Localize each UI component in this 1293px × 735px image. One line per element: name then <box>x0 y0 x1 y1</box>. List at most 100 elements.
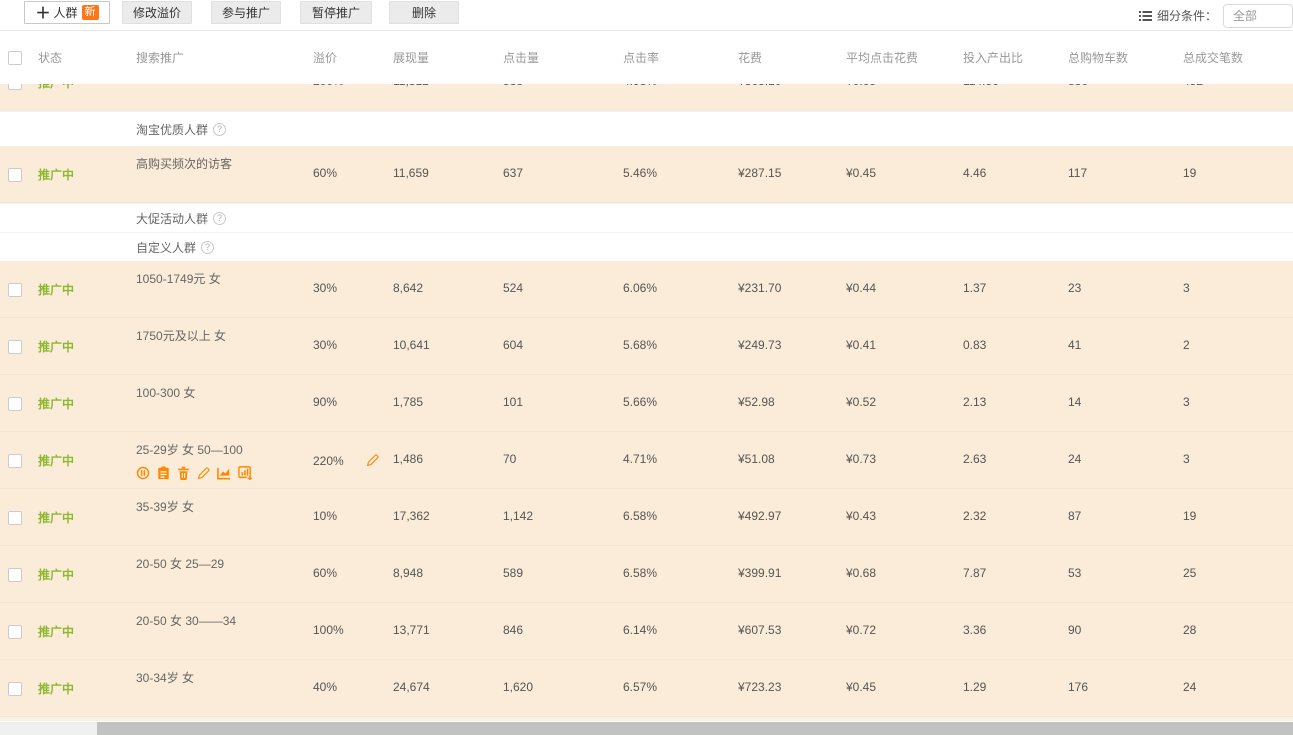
avg-click-cost-cell: ¥0.68 <box>838 546 955 603</box>
table-row: 推广中35-39岁 女10%17,3621,1426.58%¥492.97¥0.… <box>0 489 1293 546</box>
impressions-cell: 8,948 <box>385 546 495 603</box>
new-badge: 新 <box>82 5 99 20</box>
ctr-cell: 6.58% <box>615 546 730 603</box>
clicks-cell: 637 <box>495 146 615 203</box>
ctr-cell: 6.57% <box>615 660 730 717</box>
help-icon[interactable]: ? <box>213 212 226 225</box>
status-badge: 推广中 <box>30 546 128 603</box>
row-checkbox[interactable] <box>8 454 22 468</box>
total-carts-cell: 117 <box>1060 146 1175 203</box>
total-carts-cell: 176 <box>1060 660 1175 717</box>
ctr-cell: 5.46% <box>615 146 730 203</box>
segment-filter-select[interactable]: 全部 <box>1223 4 1293 28</box>
row-checkbox-cell <box>0 660 30 717</box>
segment-filter-value: 全部 <box>1233 7 1257 24</box>
audience-name[interactable]: 30-34岁 女 <box>136 669 305 686</box>
header-clicks: 点击量 <box>495 49 615 66</box>
row-checkbox[interactable] <box>8 397 22 411</box>
pause-promotion-button[interactable]: 暂停推广 <box>300 1 372 24</box>
row-checkbox[interactable] <box>8 84 22 90</box>
row-checkbox[interactable] <box>8 340 22 354</box>
total-carts-cell: 14 <box>1060 375 1175 432</box>
header-roi: 投入产出比 <box>955 49 1060 66</box>
roi-cell: 2.63 <box>955 432 1060 489</box>
section-label: 淘宝优质人群 <box>136 121 208 138</box>
avg-click-cost-cell: ¥0.73 <box>838 432 955 489</box>
premium-cell: 60% <box>305 146 385 203</box>
clicks-cell: 538 <box>495 84 615 111</box>
avg-click-cost-cell: ¥0.45 <box>838 146 955 203</box>
join-promotion-button[interactable]: 参与推广 <box>211 1 281 24</box>
avg-click-cost-cell: ¥0.72 <box>838 603 955 660</box>
table-row: 推广中1050-1749元 女30%8,6425246.06%¥231.70¥0… <box>0 261 1293 318</box>
cost-cell: ¥492.97 <box>730 489 838 546</box>
audience-name[interactable]: 100-300 女 <box>136 384 305 401</box>
row-checkbox[interactable] <box>8 568 22 582</box>
impressions-cell: 10,641 <box>385 318 495 375</box>
audience-name[interactable]: 20-50 女 30——34 <box>136 612 305 629</box>
cost-cell: ¥287.15 <box>730 146 838 203</box>
report-icon[interactable] <box>157 466 170 480</box>
audience-name-cell: 20-50 女 25—29 <box>128 546 305 603</box>
audience-name[interactable]: 高购买频次的访客 <box>136 155 305 172</box>
audience-name-cell <box>128 84 305 111</box>
add-audience-label: 人群 <box>54 4 78 21</box>
chart-icon[interactable] <box>217 467 231 480</box>
status-badge: 推广中 <box>30 146 128 203</box>
ctr-cell: 6.14% <box>615 603 730 660</box>
roi-cell: 0.83 <box>955 318 1060 375</box>
audience-name[interactable]: 20-50 女 25—29 <box>136 555 305 572</box>
row-checkbox-cell <box>0 318 30 375</box>
premium-cell: 200% <box>305 84 385 111</box>
row-checkbox-cell <box>0 546 30 603</box>
avg-click-cost-cell: ¥0.44 <box>838 261 955 318</box>
status-badge: 推广中 <box>30 261 128 318</box>
header-search-promotion: 搜索推广 <box>128 49 305 66</box>
audience-name[interactable]: 1050-1749元 女 <box>136 270 305 287</box>
ctr-cell: 6.06% <box>615 261 730 318</box>
audience-name-cell: 1750元及以上 女 <box>128 318 305 375</box>
help-icon[interactable]: ? <box>213 123 226 136</box>
row-checkbox-cell <box>0 489 30 546</box>
delete-icon[interactable] <box>177 466 190 480</box>
roi-cell: 1.37 <box>955 261 1060 318</box>
select-all-checkbox[interactable] <box>8 51 22 65</box>
row-checkbox[interactable] <box>8 283 22 297</box>
header-status: 状态 <box>30 49 128 66</box>
ctr-cell: 5.66% <box>615 375 730 432</box>
edit-icon[interactable] <box>197 467 210 480</box>
delete-button[interactable]: 删除 <box>389 1 459 24</box>
roi-cell: 1.29 <box>955 660 1060 717</box>
avg-click-cost-cell: ¥0.41 <box>838 318 955 375</box>
row-checkbox[interactable] <box>8 682 22 696</box>
cost-cell: ¥723.23 <box>730 660 838 717</box>
row-checkbox[interactable] <box>8 168 22 182</box>
premium-cell: 60% <box>305 546 385 603</box>
transfer-icon[interactable] <box>238 466 252 480</box>
edit-premium-icon[interactable] <box>366 454 379 467</box>
impressions-cell: 11,312 <box>385 84 495 111</box>
impressions-cell: 1,785 <box>385 375 495 432</box>
status-badge: 推广中 <box>30 489 128 546</box>
modify-premium-button[interactable]: 修改溢价 <box>122 1 192 24</box>
audience-name[interactable]: 35-39岁 女 <box>136 498 305 515</box>
ctr-cell: 4.93% <box>615 84 730 111</box>
avg-click-cost-cell: ¥0.52 <box>838 375 955 432</box>
premium-cell: 90% <box>305 375 385 432</box>
segment-filter-label: 细分条件： <box>1157 7 1217 24</box>
pause-icon[interactable] <box>136 466 150 480</box>
filter-list-icon <box>1139 10 1152 22</box>
cost-cell: ¥399.91 <box>730 546 838 603</box>
add-audience-button[interactable]: ＋ 人群 新 <box>24 1 110 24</box>
table-row: 推广中高购买频次的访客60%11,6596375.46%¥287.15¥0.45… <box>0 146 1293 203</box>
horizontal-scrollbar[interactable] <box>0 722 1293 735</box>
horizontal-scrollbar-thumb[interactable] <box>97 722 1293 735</box>
help-icon[interactable]: ? <box>201 241 214 254</box>
roi-cell: 2.13 <box>955 375 1060 432</box>
audience-name-cell: 30-34岁 女 <box>128 660 305 717</box>
audience-name[interactable]: 1750元及以上 女 <box>136 327 305 344</box>
row-checkbox[interactable] <box>8 511 22 525</box>
audience-name[interactable]: 25-29岁 女 50—100 <box>136 441 305 458</box>
row-checkbox[interactable] <box>8 625 22 639</box>
premium-cell: 40% <box>305 660 385 717</box>
